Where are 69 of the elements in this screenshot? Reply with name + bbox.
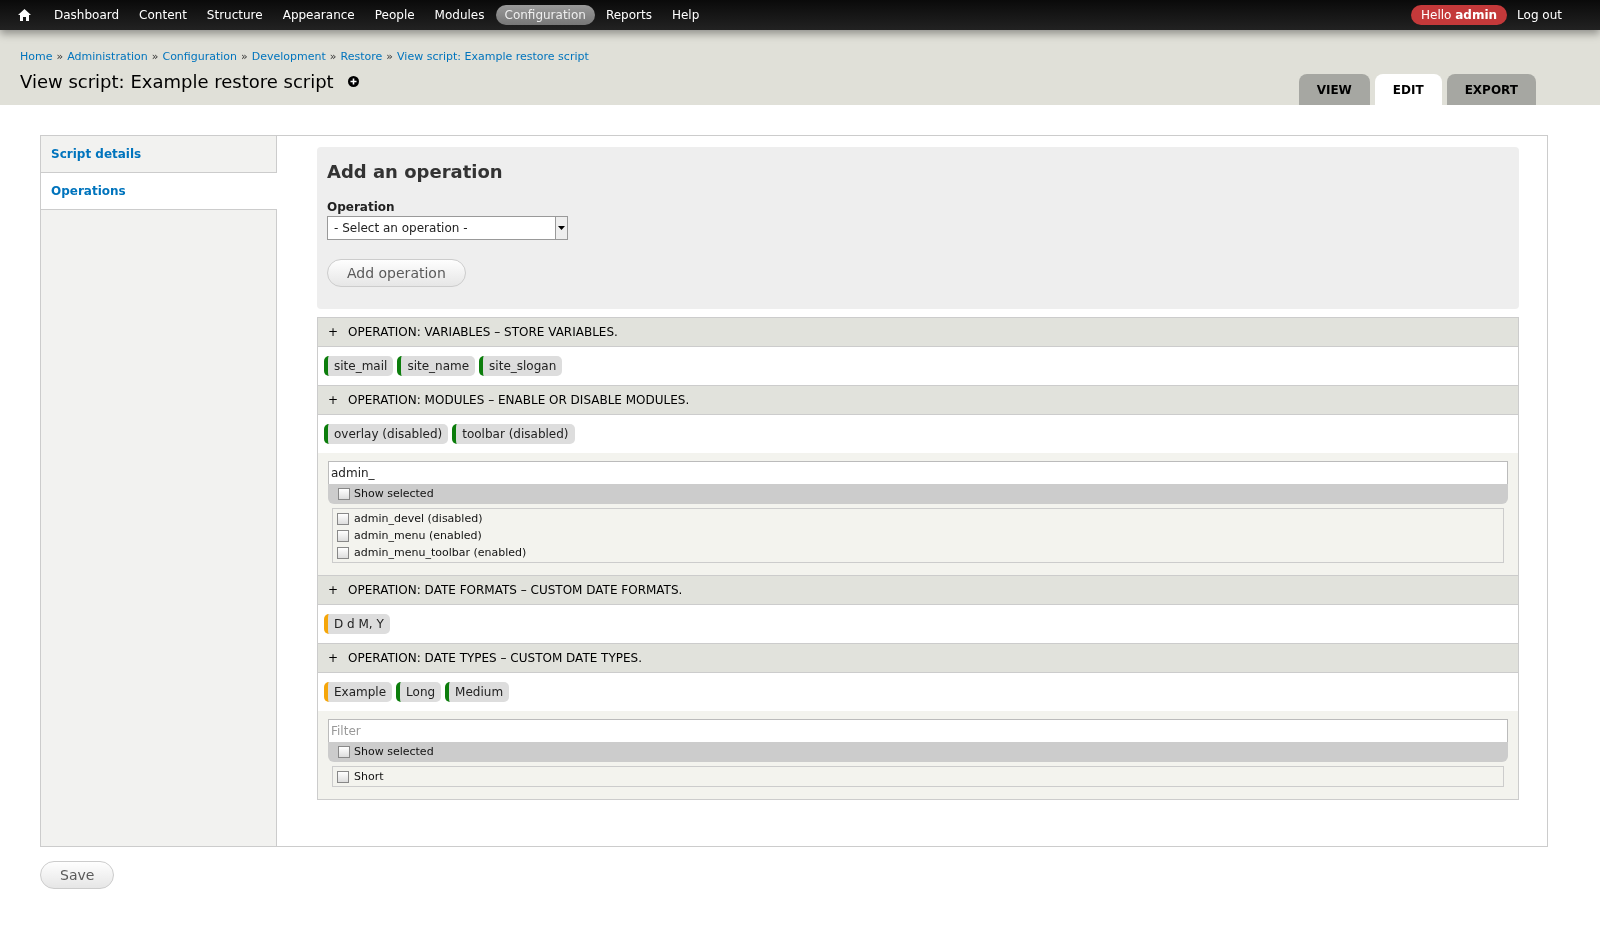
- checkbox[interactable]: [337, 529, 349, 542]
- checkbox[interactable]: [337, 512, 349, 525]
- checkbox-label: admin_menu_toolbar (enabled): [354, 546, 527, 559]
- field-label: Operation: [327, 200, 396, 214]
- toolbar-link[interactable]: Dashboard: [45, 5, 129, 25]
- operation-select[interactable]: - Select an operation -: [327, 216, 568, 240]
- breadcrumb-separator: »: [386, 50, 394, 63]
- item-tag: site_slogan: [479, 356, 563, 376]
- tab[interactable]: EXPORT: [1446, 74, 1536, 105]
- operation-header[interactable]: + OPERATION: VARIABLES – STORE VARIABLES.: [318, 318, 1518, 347]
- expand-toggle[interactable]: +: [328, 325, 339, 339]
- add-operation-button[interactable]: Add operation: [327, 259, 466, 287]
- item-tag: toolbar (disabled): [452, 424, 575, 444]
- toolbar-link[interactable]: Appearance: [273, 5, 364, 25]
- checkbox-label: Show selected: [354, 745, 434, 758]
- item-tag: Long: [396, 682, 442, 702]
- breadcrumb-separator: »: [241, 50, 248, 63]
- vertical-tab[interactable]: Operations: [41, 173, 277, 210]
- item-tag: Example: [324, 682, 393, 702]
- operation-title: OPERATION: DATE TYPES – CUSTOM DATE TYPES.: [348, 651, 643, 665]
- item-tag: overlay (disabled): [324, 424, 449, 444]
- breadcrumb-link[interactable]: View script: Example restore script: [397, 50, 589, 63]
- checkbox[interactable]: [338, 745, 350, 758]
- toolbar-link[interactable]: Reports: [596, 5, 661, 25]
- toolbar-link[interactable]: Structure: [197, 5, 272, 25]
- breadcrumb-link[interactable]: Home: [20, 50, 53, 63]
- logout-link[interactable]: Log out: [1517, 8, 1562, 22]
- breadcrumb-link[interactable]: Configuration: [162, 50, 238, 63]
- breadcrumb-link[interactable]: Restore: [340, 50, 383, 63]
- operation-title: OPERATION: DATE FORMATS – CUSTOM DATE FORMATS.: [348, 583, 683, 597]
- filter-input[interactable]: admin_: [328, 461, 1508, 484]
- toolbar-link[interactable]: Content: [130, 5, 196, 25]
- checkbox-label: Short: [354, 770, 384, 783]
- breadcrumb-separator: »: [329, 50, 337, 63]
- checkbox[interactable]: [338, 487, 350, 500]
- item-tag: site_name: [397, 356, 476, 376]
- expand-toggle[interactable]: +: [328, 651, 339, 665]
- home-icon[interactable]: [18, 9, 31, 21]
- tab[interactable]: EDIT: [1374, 74, 1442, 105]
- checkbox-label: admin_devel (disabled): [354, 512, 483, 525]
- filter-input[interactable]: Filter: [328, 719, 1508, 742]
- breadcrumb-separator: »: [151, 50, 159, 63]
- operation-title: OPERATION: MODULES – ENABLE OR DISABLE MODULES.: [348, 393, 690, 407]
- toolbar-link[interactable]: Help: [662, 5, 709, 25]
- plus-circle-icon[interactable]: [347, 76, 359, 87]
- checkbox-label: Show selected: [354, 487, 434, 500]
- tab[interactable]: VIEW: [1298, 74, 1370, 105]
- checkbox[interactable]: [337, 770, 349, 783]
- toolbar-link[interactable]: Modules: [425, 5, 494, 25]
- item-tag: D d M, Y: [324, 614, 390, 634]
- operation-header[interactable]: + OPERATION: DATE FORMATS – CUSTOM DATE FORMATS.: [318, 575, 1518, 605]
- expand-toggle[interactable]: +: [328, 583, 339, 597]
- operation-title: OPERATION: VARIABLES – STORE VARIABLES.: [348, 325, 618, 339]
- section-heading: Add an operation: [327, 161, 504, 182]
- save-button[interactable]: Save: [40, 861, 115, 889]
- checkbox-label: admin_menu (enabled): [354, 529, 482, 542]
- operation-header[interactable]: + OPERATION: DATE TYPES – CUSTOM DATE TYPES.: [318, 643, 1518, 673]
- page-title: View script: Example restore script: [20, 71, 334, 92]
- item-tag: site_mail: [324, 356, 394, 376]
- toolbar-link[interactable]: People: [365, 5, 424, 25]
- breadcrumb-link[interactable]: Administration: [67, 50, 148, 63]
- breadcrumb-separator: »: [56, 50, 64, 63]
- item-tag: Medium: [445, 682, 510, 702]
- checkbox[interactable]: [337, 546, 349, 559]
- user-greeting[interactable]: Hello admin: [1411, 5, 1508, 25]
- operation-header[interactable]: + OPERATION: MODULES – ENABLE OR DISABLE MODULES.: [318, 385, 1518, 415]
- breadcrumb-link[interactable]: Development: [251, 50, 326, 63]
- caret-icon: [558, 226, 565, 230]
- expand-toggle[interactable]: +: [328, 393, 339, 407]
